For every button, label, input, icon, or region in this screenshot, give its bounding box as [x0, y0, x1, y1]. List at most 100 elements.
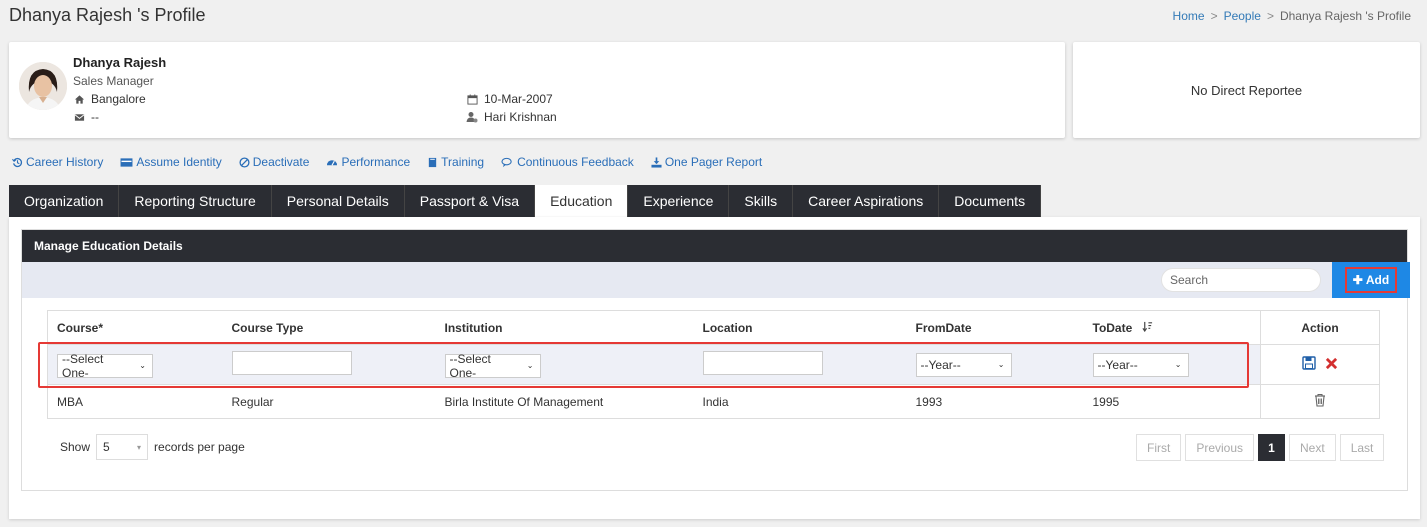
course-type-input[interactable]: [231, 351, 352, 375]
panel-toolbar: ✚ Add: [22, 262, 1410, 298]
cell-course-type: Regular: [222, 384, 436, 419]
search-input[interactable]: [1161, 268, 1321, 292]
records-label: records per page: [154, 440, 245, 454]
page-last-button[interactable]: Last: [1339, 434, 1385, 461]
deactivate-label: Deactivate: [252, 155, 310, 169]
column-header-to-date[interactable]: ToDate: [1083, 310, 1261, 345]
assume-identity-label: Assume Identity: [136, 155, 222, 169]
cell-from-date: 1993: [906, 384, 1084, 419]
page-size-select[interactable]: 5 ▾: [96, 434, 149, 460]
dashboard-icon: [327, 159, 338, 166]
reportee-card: No Direct Reportee: [1073, 42, 1420, 138]
tab-experience[interactable]: Experience: [628, 185, 730, 217]
tab-career-aspirations[interactable]: Career Aspirations: [793, 185, 940, 217]
manager-row: Hari Krishnan: [466, 110, 557, 124]
cell-to-date: 1995: [1083, 384, 1261, 419]
profile-location: Bangalore: [91, 92, 146, 106]
calendar-icon: [466, 93, 478, 105]
save-icon[interactable]: [1302, 356, 1316, 373]
breadcrumb-separator: >: [1210, 9, 1218, 23]
tab-organization[interactable]: Organization: [9, 185, 120, 217]
column-header-institution: Institution: [435, 310, 694, 345]
user-tie-icon: [466, 111, 478, 123]
reportee-text: No Direct Reportee: [1190, 82, 1303, 98]
from-year-value: --Year--: [920, 357, 961, 372]
chevron-down-icon: ⌄: [997, 360, 1005, 369]
chevron-down-icon: ⌄: [139, 361, 146, 370]
location-row: Bangalore: [73, 92, 146, 106]
column-header-course: Course*: [47, 310, 223, 345]
one-pager-report-label: One Pager Report: [664, 155, 763, 169]
ban-icon: [239, 156, 250, 168]
deactivate-link[interactable]: Deactivate: [239, 155, 310, 169]
continuous-feedback-label: Continuous Feedback: [517, 155, 634, 169]
pagination: First Previous 1 Next Last: [1136, 434, 1385, 461]
tab-skills[interactable]: Skills: [729, 185, 794, 217]
career-history-link[interactable]: Career History: [12, 155, 103, 169]
performance-link[interactable]: Performance: [326, 155, 410, 169]
add-button-container: ✚ Add: [1332, 262, 1410, 298]
book-icon: [428, 157, 437, 167]
close-icon[interactable]: [1325, 357, 1338, 373]
from-year-select[interactable]: --Year-- ⌄: [915, 352, 1012, 377]
to-year-value: --Year--: [1097, 357, 1138, 372]
table-header-row: Course* Course Type Institution Location…: [47, 310, 1380, 345]
column-header-from-date: FromDate: [906, 310, 1084, 345]
location-input[interactable]: [702, 351, 823, 375]
tab-education[interactable]: Education: [535, 185, 629, 217]
breadcrumb-people[interactable]: People: [1224, 9, 1261, 23]
profile-manager: Hari Krishnan: [484, 110, 557, 124]
one-pager-report-link[interactable]: One Pager Report: [651, 155, 762, 169]
to-date-label: ToDate: [1092, 320, 1133, 335]
history-icon: [12, 157, 23, 167]
breadcrumb-home[interactable]: Home: [1173, 9, 1205, 23]
profile-join-date: 10-Mar-2007: [484, 92, 553, 106]
page-first-button[interactable]: First: [1136, 434, 1182, 461]
envelope-icon: [73, 111, 85, 123]
tab-passport-visa[interactable]: Passport & Visa: [404, 185, 536, 217]
home-icon: [73, 93, 85, 105]
assume-identity-link[interactable]: Assume Identity: [120, 155, 222, 169]
profile-actions: Career History Assume Identity Deactivat…: [12, 155, 762, 169]
page-title: Dhanya Rajesh 's Profile: [9, 5, 206, 25]
column-header-location: Location: [693, 310, 907, 345]
id-card-icon: [120, 157, 133, 167]
table-row: MBA Regular Birla Institute Of Managemen…: [47, 384, 1380, 419]
panel-title: Manage Education Details: [22, 230, 1407, 262]
breadcrumb-separator: >: [1266, 9, 1274, 23]
tab-documents[interactable]: Documents: [939, 185, 1042, 217]
to-year-select[interactable]: --Year-- ⌄: [1092, 352, 1189, 377]
career-history-label: Career History: [26, 155, 104, 169]
course-select[interactable]: --Select One- ⌄: [57, 351, 153, 380]
education-table: Course* Course Type Institution Location…: [47, 310, 1380, 419]
tab-personal-details[interactable]: Personal Details: [271, 185, 405, 217]
continuous-feedback-link[interactable]: Continuous Feedback: [501, 155, 634, 169]
course-select-value: --Select One-: [62, 351, 104, 380]
profile-name: Dhanya Rajesh: [73, 55, 167, 70]
chevron-down-icon: ⌄: [526, 361, 534, 370]
training-link[interactable]: Training: [427, 155, 484, 169]
profile-designation: Sales Manager: [73, 74, 154, 88]
institution-select[interactable]: --Select One- ⌄: [444, 352, 541, 380]
tab-reporting-structure[interactable]: Reporting Structure: [119, 185, 272, 217]
show-label: Show: [60, 440, 91, 454]
training-label: Training: [441, 155, 485, 169]
page-next-button[interactable]: Next: [1289, 434, 1336, 461]
column-header-action: Action: [1260, 310, 1380, 345]
add-button[interactable]: ✚ Add: [1345, 267, 1397, 293]
profile-email: --: [91, 110, 99, 124]
page-size-value: 5: [103, 440, 110, 454]
profile-card: Dhanya Rajesh Sales Manager Bangalore --…: [9, 42, 1065, 138]
cell-course: MBA: [47, 384, 223, 419]
page-previous-button[interactable]: Previous: [1185, 434, 1255, 461]
plus-icon: ✚: [1352, 273, 1363, 287]
profile-tabs: Organization Reporting Structure Persona…: [9, 185, 1042, 217]
join-date-row: 10-Mar-2007: [466, 92, 553, 106]
email-row: --: [73, 110, 99, 124]
column-header-course-type: Course Type: [222, 310, 436, 345]
sort-desc-icon[interactable]: [1142, 321, 1153, 335]
trash-icon[interactable]: [1313, 393, 1327, 410]
page-1-button[interactable]: 1: [1258, 434, 1286, 461]
breadcrumb: Home > People > Dhanya Rajesh 's Profile: [1173, 9, 1411, 23]
cell-location: India: [693, 384, 907, 419]
